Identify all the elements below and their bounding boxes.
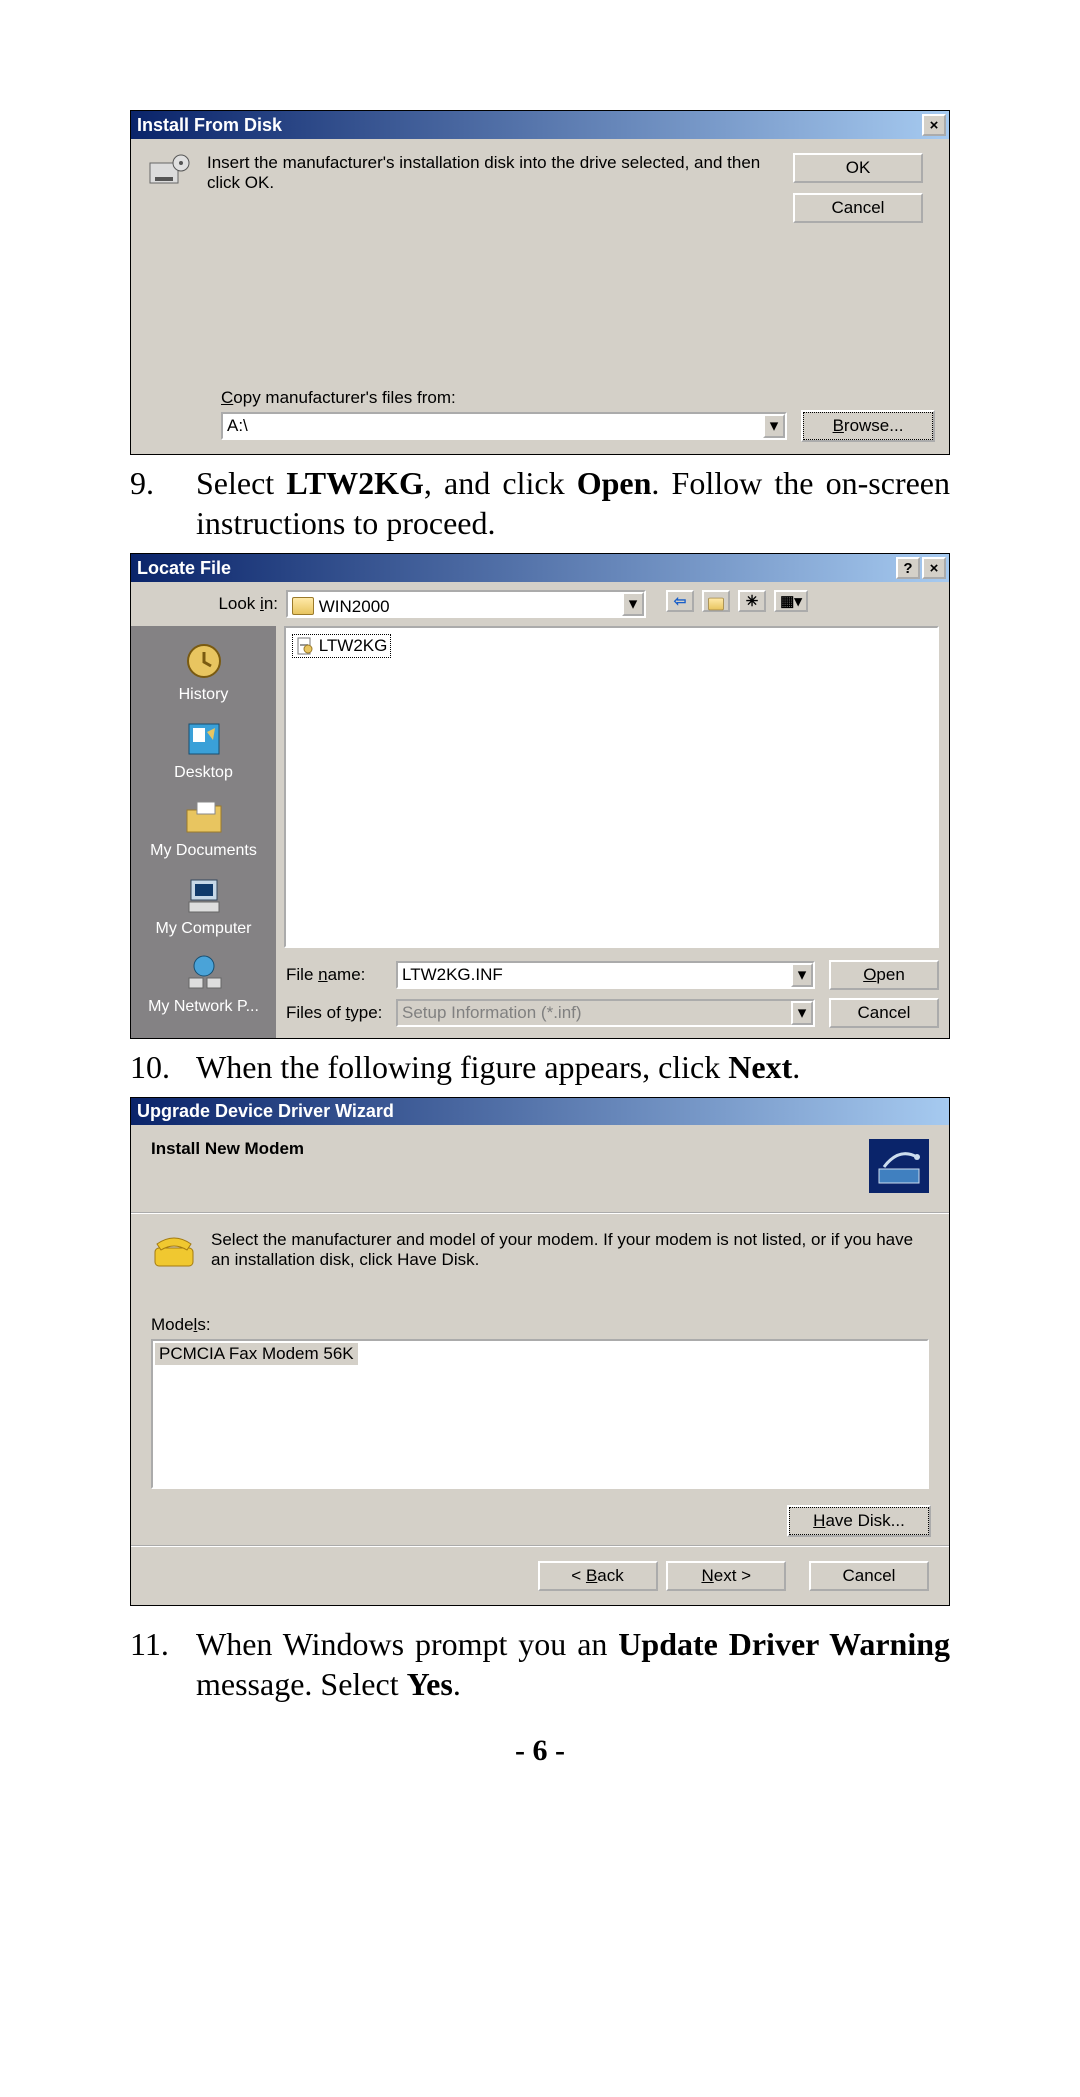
sidebar-item-desktop[interactable]: Desktop	[131, 718, 276, 782]
inf-file-icon	[296, 637, 314, 655]
install-from-disk-dialog: Install From Disk × Insert the manufactu…	[130, 110, 950, 455]
filetype-combo: Setup Information (*.inf) ▾	[396, 999, 815, 1027]
filename-label: File name:	[286, 965, 396, 985]
upgrade-driver-wizard-dialog: Upgrade Device Driver Wizard Install New…	[130, 1097, 950, 1606]
disk-icon	[147, 153, 207, 223]
history-icon	[183, 640, 225, 682]
back-arrow-icon[interactable]: ⇦	[666, 590, 694, 612]
open-button[interactable]: Open	[829, 960, 939, 990]
chevron-down-icon[interactable]: ▾	[763, 414, 785, 438]
dialog-title: Install From Disk	[137, 115, 920, 136]
step-10: 10. When the following figure appears, c…	[130, 1047, 950, 1087]
step-11: 11. When Windows prompt you an Update Dr…	[130, 1624, 950, 1704]
ok-button[interactable]: OK	[793, 153, 923, 183]
dialog-title: Locate File	[137, 558, 894, 579]
browse-button[interactable]: Browse...	[803, 412, 933, 440]
locate-file-dialog: Locate File ? × Look in: WIN2000 ▾ ⇦ ✳ ▦…	[130, 553, 950, 1039]
filetype-label: Files of type:	[286, 1003, 396, 1023]
desktop-icon	[183, 718, 225, 760]
wizard-heading: Install New Modem	[151, 1139, 869, 1159]
wizard-message: Select the manufacturer and model of you…	[211, 1230, 929, 1275]
titlebar: Upgrade Device Driver Wizard	[131, 1098, 949, 1125]
folder-docs-icon	[183, 796, 225, 838]
list-item[interactable]: PCMCIA Fax Modem 56K	[155, 1343, 358, 1365]
models-listbox[interactable]: PCMCIA Fax Modem 56K	[151, 1339, 929, 1489]
chevron-down-icon[interactable]: ▾	[791, 963, 813, 987]
dialog-title: Upgrade Device Driver Wizard	[137, 1101, 946, 1122]
cancel-button[interactable]: Cancel	[793, 193, 923, 223]
sidebar-item-mydocs[interactable]: My Documents	[131, 796, 276, 860]
places-bar: History Desktop My Documents My Computer…	[131, 626, 276, 1038]
step-9: 9. Select LTW2KG, and click Open. Follow…	[130, 463, 950, 543]
sidebar-item-mynetwork[interactable]: My Network P...	[131, 952, 276, 1016]
lookin-combo[interactable]: WIN2000 ▾	[286, 590, 646, 618]
copy-from-combo[interactable]: A:\ ▾	[221, 412, 787, 440]
help-icon[interactable]: ?	[896, 557, 920, 579]
folder-icon	[292, 597, 314, 615]
close-icon[interactable]: ×	[922, 557, 946, 579]
up-folder-icon[interactable]	[702, 590, 730, 612]
page-number: - 6 -	[130, 1734, 950, 1768]
chevron-down-icon: ▾	[791, 1001, 813, 1025]
sidebar-item-mycomputer[interactable]: My Computer	[131, 874, 276, 938]
chevron-down-icon[interactable]: ▾	[622, 592, 644, 616]
titlebar: Install From Disk ×	[131, 111, 949, 139]
models-label: Models:	[151, 1315, 929, 1335]
lookin-label: Look in:	[131, 590, 286, 618]
titlebar: Locate File ? ×	[131, 554, 949, 582]
view-menu-icon[interactable]: ▦▾	[774, 590, 808, 612]
sidebar-item-history[interactable]: History	[131, 640, 276, 704]
dialog-message: Insert the manufacturer's installation d…	[207, 153, 793, 223]
new-folder-icon[interactable]: ✳	[738, 590, 766, 612]
phone-icon	[151, 1230, 211, 1275]
cancel-button[interactable]: Cancel	[809, 1561, 929, 1591]
network-icon	[183, 952, 225, 994]
have-disk-button[interactable]: Have Disk...	[789, 1507, 929, 1535]
modem-banner-icon	[869, 1139, 929, 1198]
cancel-button[interactable]: Cancel	[829, 998, 939, 1028]
copy-from-label: Copy manufacturer's files from:	[221, 388, 933, 408]
back-button[interactable]: < Back	[538, 1561, 658, 1591]
file-item[interactable]: LTW2KG	[292, 634, 391, 658]
file-list[interactable]: LTW2KG	[284, 626, 939, 948]
close-icon[interactable]: ×	[922, 114, 946, 136]
computer-icon	[183, 874, 225, 916]
filename-combo[interactable]: LTW2KG.INF ▾	[396, 961, 815, 989]
next-button[interactable]: Next >	[666, 1561, 786, 1591]
